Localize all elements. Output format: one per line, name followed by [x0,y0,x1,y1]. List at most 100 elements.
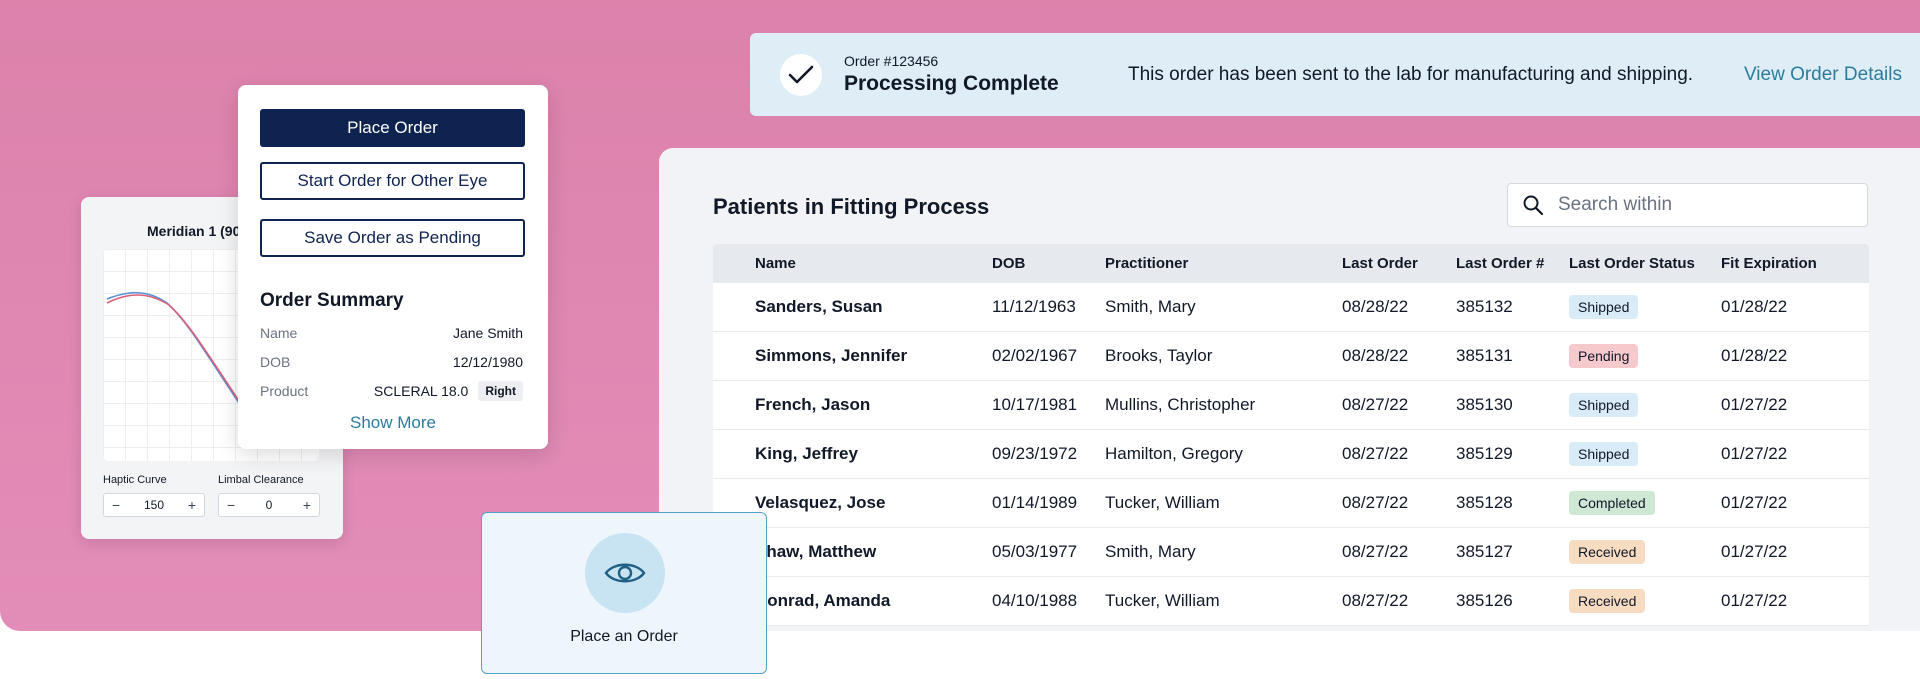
cell-fit-expiration: 01/27/22 [1721,542,1788,561]
table-body: Sanders, Susan 11/12/1963 Smith, Mary 08/28… [713,283,1869,626]
banner-message: This order has been sent to the lab for … [1128,63,1694,85]
summary-value: SCLERAL 18.0 [373,383,469,399]
show-more-link[interactable]: Show More [238,413,548,433]
cell-fit-expiration: 01/28/22 [1721,346,1788,365]
limbal-clearance-stepper[interactable]: − 0 + [218,493,320,517]
cell-dob: 02/02/1967 [992,346,1078,365]
cell-order-number: 385130 [1456,395,1513,414]
summary-value: Jane Smith [452,325,523,341]
cell-name: Velasquez, Jose [755,493,886,512]
patients-table: Name DOB Practitioner Last Order Last Or… [713,244,1869,626]
cell-order-number: 385129 [1456,444,1513,463]
cell-last-order: 08/28/22 [1342,297,1409,316]
cell-order-number: 385126 [1456,591,1513,610]
table-row[interactable]: King, Jeffrey 09/23/1972 Hamilton, Gregory… [713,430,1869,479]
eye-icon [585,533,665,613]
order-summary-title: Order Summary [260,290,404,311]
status-badge: Shipped [1569,393,1639,417]
search-input[interactable]: Search within [1507,183,1868,227]
cell-practitioner: Mullins, Christopher [1105,395,1256,414]
place-order-button[interactable]: Place Order [260,109,525,147]
table-row[interactable]: Shaw, Matthew 05/03/1977 Smith, Mary 08/27/… [713,528,1869,577]
cell-last-order: 08/27/22 [1342,493,1409,512]
cell-dob: 01/14/1989 [992,493,1078,512]
cell-dob: 11/12/1963 [992,297,1076,316]
table-row[interactable]: French, Jason 10/17/1981 Mullins, Christop… [713,381,1869,430]
cell-last-order: 08/27/22 [1342,444,1409,463]
cell-name: Sanders, Susan [755,297,883,316]
search-icon [1523,195,1544,216]
status-badge: Received [1569,589,1646,613]
status-badge: Received [1569,540,1646,564]
table-row[interactable]: Simmons, Jennifer 02/02/1967 Brooks, Taylo… [713,332,1869,381]
cell-practitioner: Brooks, Taylor [1105,346,1213,365]
cell-name: Shaw, Matthew [755,542,877,561]
search-placeholder: Search within [1558,194,1673,215]
haptic-curve-label: Haptic Curve [103,474,167,486]
plus-icon[interactable]: + [303,497,311,513]
cell-dob: 05/03/1977 [992,542,1078,561]
patients-panel: Patients in Fitting Process Search withi… [659,148,1920,631]
cell-dob: 09/23/1972 [992,444,1078,463]
banner-order-number: Order #123456 [844,53,939,69]
status-badge: Completed [1569,491,1655,515]
table-row[interactable]: Sanders, Susan 11/12/1963 Smith, Mary 08/28… [713,283,1869,332]
place-an-order-tile[interactable]: Place an Order [481,512,767,674]
minus-icon[interactable]: − [227,497,235,513]
column-header-dob[interactable]: DOB [992,255,1025,272]
cell-last-order: 08/27/22 [1342,591,1409,610]
meridian-title: Meridian 1 (90 [147,223,241,239]
haptic-curve-stepper[interactable]: − 150 + [103,493,205,517]
table-row[interactable]: Velasquez, Jose 01/14/1989 Tucker, William… [713,479,1869,528]
processing-complete-banner: Order #123456 Processing Complete This o… [750,33,1920,116]
status-badge: Shipped [1569,442,1639,466]
cell-last-order: 08/27/22 [1342,395,1409,414]
cell-name: Conrad, Amanda [755,591,891,610]
cell-order-number: 385127 [1456,542,1513,561]
start-order-other-eye-button[interactable]: Start Order for Other Eye [260,162,525,200]
limbal-clearance-label: Limbal Clearance [218,474,304,486]
cell-last-order: 08/28/22 [1342,346,1409,365]
view-order-details-link[interactable]: View Order Details [1744,64,1902,86]
cell-dob: 04/10/1988 [992,591,1078,610]
column-header-last-order[interactable]: Last Order [1342,255,1418,272]
column-header-last-order-number[interactable]: Last Order # [1456,255,1544,272]
cell-practitioner: Smith, Mary [1105,297,1196,316]
table-row[interactable]: Conrad, Amanda 04/10/1988 Tucker, William 0… [713,577,1869,626]
cell-fit-expiration: 01/27/22 [1721,591,1788,610]
column-header-last-order-status[interactable]: Last Order Status [1569,255,1695,272]
summary-row-product: Product SCLERAL 18.0 Right [260,381,523,401]
banner-title: Processing Complete [844,72,1059,95]
cell-practitioner: Tucker, William [1105,591,1220,610]
plus-icon[interactable]: + [188,497,196,513]
status-badge: Shipped [1569,295,1639,319]
summary-row-name: Name Jane Smith [260,325,523,341]
column-header-fit-expiration[interactable]: Fit Expiration [1721,255,1817,272]
check-icon [780,53,822,96]
haptic-curve-value: 150 [143,498,165,512]
cell-last-order: 08/27/22 [1342,542,1409,561]
summary-label: Name [260,325,298,341]
banner-titles: Order #123456 Processing Complete [844,53,1112,96]
eye-tag: Right [478,381,523,401]
cell-fit-expiration: 01/27/22 [1721,444,1788,463]
summary-row-dob: DOB 12/12/1980 [260,354,523,370]
cell-name: King, Jeffrey [755,444,858,463]
status-badge: Pending [1569,344,1639,368]
cell-fit-expiration: 01/27/22 [1721,395,1788,414]
minus-icon[interactable]: − [112,497,120,513]
cell-name: French, Jason [755,395,871,414]
table-header: Name DOB Practitioner Last Order Last Or… [713,244,1869,283]
column-header-practitioner[interactable]: Practitioner [1105,255,1188,272]
panel-title: Patients in Fitting Process [713,194,990,219]
cell-fit-expiration: 01/28/22 [1721,297,1788,316]
save-order-pending-button[interactable]: Save Order as Pending [260,219,525,257]
summary-label: Product [260,383,309,399]
limbal-clearance-value: 0 [265,498,273,512]
cell-practitioner: Hamilton, Gregory [1105,444,1243,463]
summary-label: DOB [260,354,291,370]
cell-dob: 10/17/1981 [992,395,1078,414]
column-header-name[interactable]: Name [755,255,796,272]
cell-order-number: 385132 [1456,297,1513,316]
cell-practitioner: Tucker, William [1105,493,1220,512]
